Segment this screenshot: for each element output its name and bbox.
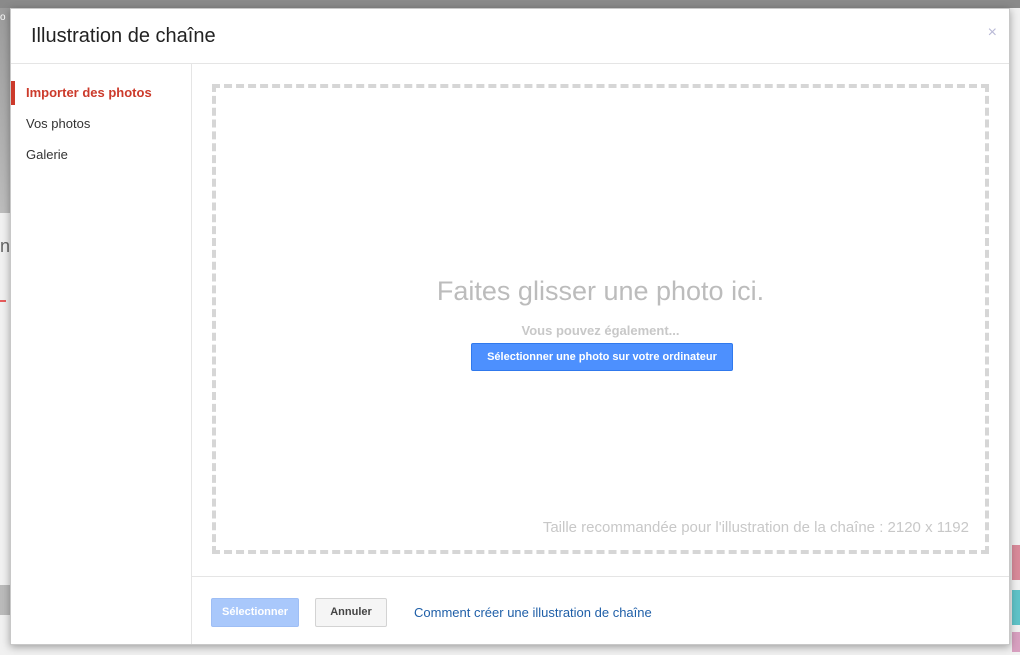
photo-dropzone[interactable]: Faites glisser une photo ici. Vous pouve… [212, 84, 989, 554]
background-strip [0, 585, 10, 615]
sidebar-nav: Importer des photos Vos photos Galerie [11, 77, 191, 170]
background-topbar [0, 0, 1020, 8]
dialog-header: Illustration de chaîne × [11, 9, 1009, 64]
main-panel: Faites glisser une photo ici. Vous pouve… [192, 64, 1009, 576]
sidebar-item-your-photos[interactable]: Vos photos [11, 108, 191, 139]
dropzone-heading: Faites glisser une photo ici. [436, 276, 765, 306]
background-thumbnail [1012, 632, 1020, 652]
cancel-button[interactable]: Annuler [315, 598, 387, 627]
select-button[interactable]: Sélectionner [211, 598, 299, 627]
select-photo-from-computer-button[interactable]: Sélectionner une photo sur votre ordinat… [471, 343, 733, 371]
background-accent-line [0, 300, 6, 302]
sidebar-item-upload-photos[interactable]: Importer des photos [11, 77, 191, 108]
sidebar-item-gallery[interactable]: Galerie [11, 139, 191, 170]
dialog-footer: Sélectionner Annuler Comment créer une i… [192, 576, 1009, 645]
help-link[interactable]: Comment créer une illustration de chaîne [414, 605, 652, 620]
background-photo-text: o [0, 12, 6, 23]
background-thumbnail [1012, 590, 1020, 625]
background-thumbnail [1012, 545, 1020, 580]
sidebar: Importer des photos Vos photos Galerie [11, 64, 192, 644]
dialog-title: Illustration de chaîne [31, 25, 216, 47]
channel-art-dialog: Illustration de chaîne × Importer des ph… [10, 8, 1010, 645]
dropzone-subtext: Vous pouvez également... [521, 323, 680, 338]
close-icon[interactable]: × [988, 25, 997, 41]
background-photo [0, 8, 10, 213]
background-letter: n [0, 236, 11, 256]
recommended-size-hint: Taille recommandée pour l'illustration d… [542, 519, 969, 536]
